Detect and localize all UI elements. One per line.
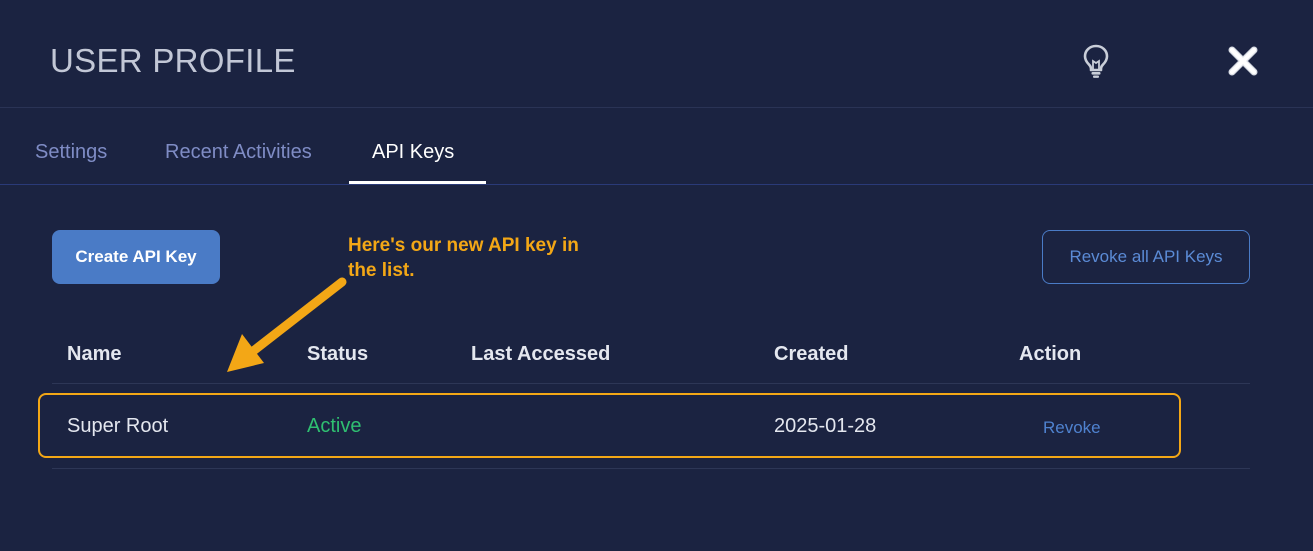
tab-bar: Settings Recent Activities API Keys	[0, 108, 1313, 185]
column-header-created: Created	[774, 343, 849, 365]
annotation-arrow-icon	[227, 277, 347, 372]
column-header-name: Name	[67, 343, 122, 365]
user-profile-dialog: USER PROFILE Settings Recent Activities …	[0, 0, 1313, 551]
tab-api-keys[interactable]: API Keys	[372, 140, 454, 164]
column-header-last-accessed: Last Accessed	[471, 343, 611, 365]
column-header-status: Status	[307, 343, 369, 365]
revoke-all-api-keys-button[interactable]: Revoke all API Keys	[1042, 230, 1250, 284]
create-api-key-button[interactable]: Create API Key	[52, 230, 220, 284]
tab-settings[interactable]: Settings	[35, 140, 107, 164]
tab-recent-activities[interactable]: Recent Activities	[165, 140, 312, 164]
active-tab-indicator	[349, 181, 486, 184]
lightbulb-icon[interactable]	[1081, 43, 1111, 79]
column-header-action: Action	[1019, 343, 1082, 365]
annotation-callout: Here's our new API key in the list.	[348, 235, 579, 281]
dialog-header: USER PROFILE	[0, 0, 1313, 108]
close-icon[interactable]	[1226, 44, 1260, 78]
annotation-highlight-box	[38, 393, 1181, 458]
table-divider	[52, 468, 1250, 469]
table-divider	[52, 383, 1250, 384]
page-title: USER PROFILE	[50, 42, 296, 79]
